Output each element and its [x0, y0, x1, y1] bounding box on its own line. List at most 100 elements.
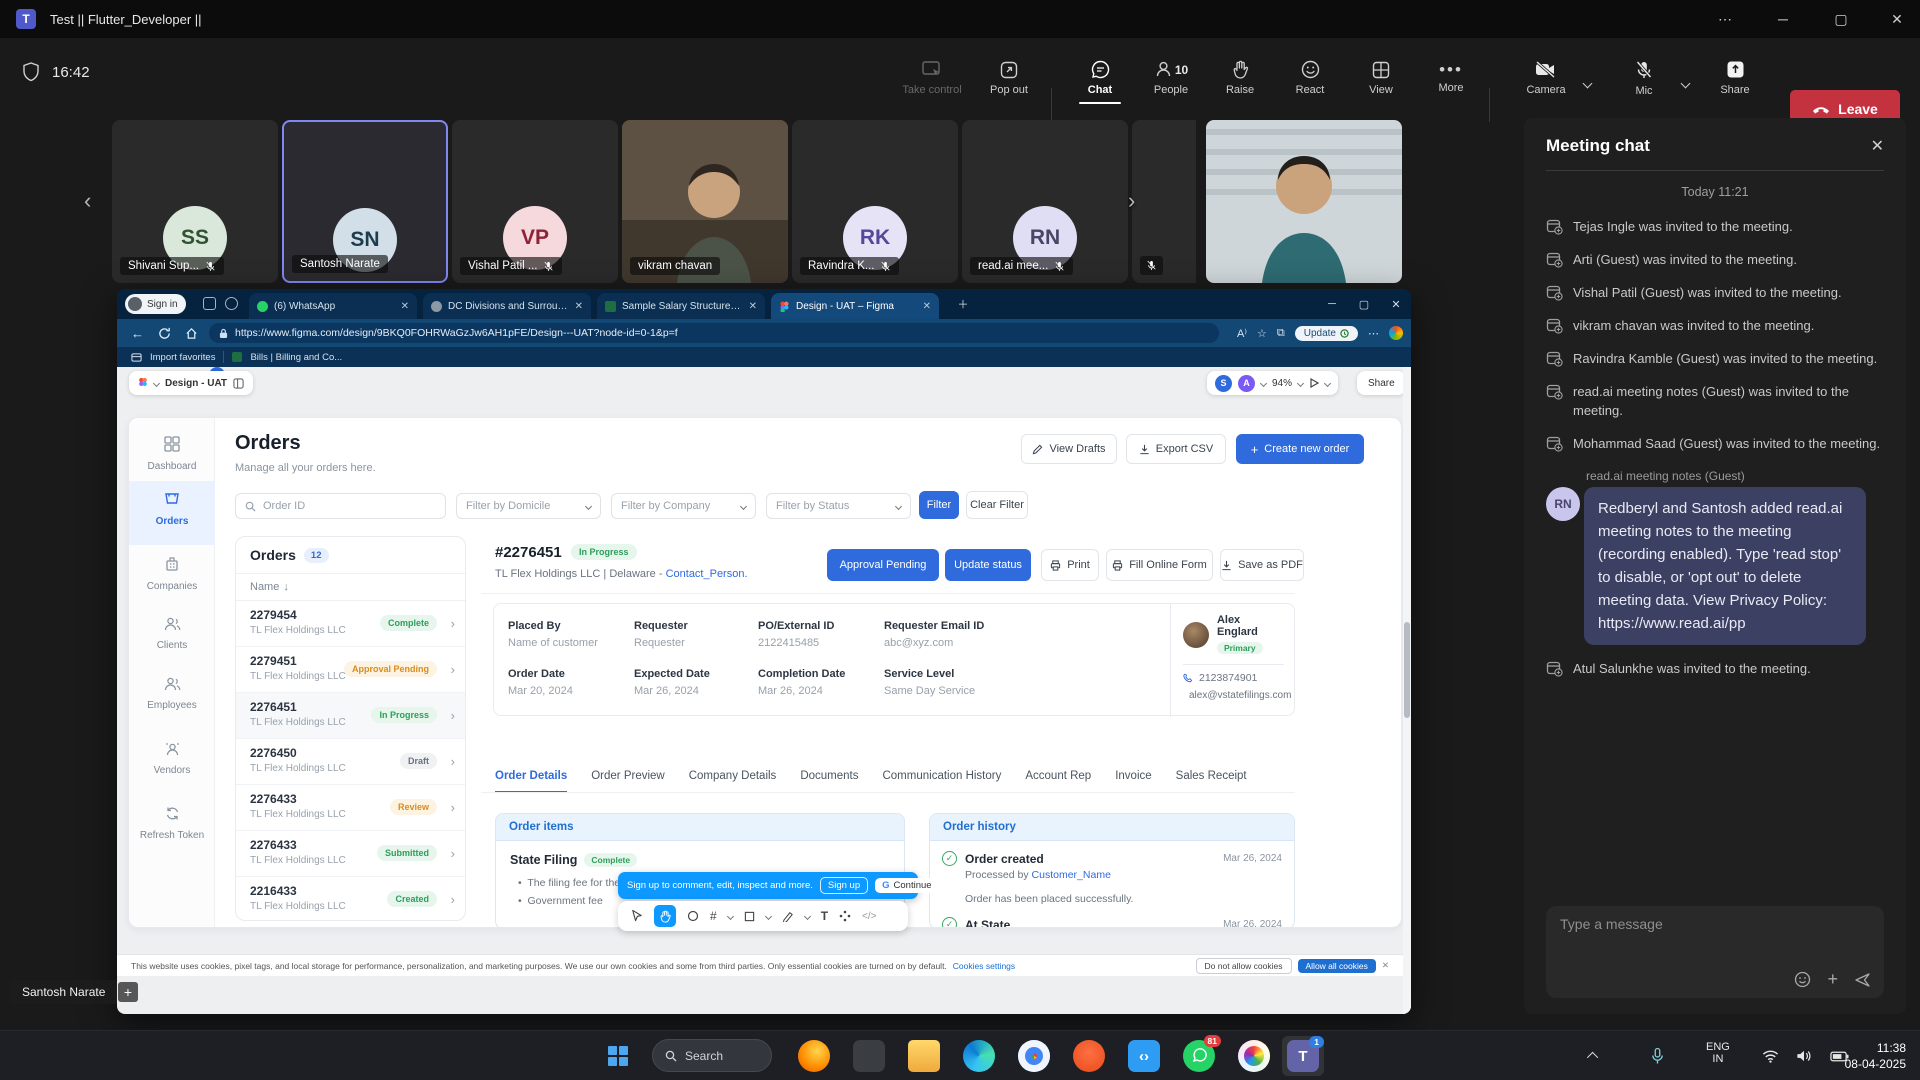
update-status-button[interactable]: Update status — [945, 549, 1031, 581]
address-bar[interactable]: https://www.figma.com/design/9BKQ0FOHRWa… — [209, 323, 1219, 343]
app-icon[interactable] — [853, 1040, 885, 1072]
component-tool-icon[interactable] — [839, 910, 851, 922]
camera-options-chevron[interactable] — [1584, 74, 1591, 92]
figma-share-button[interactable]: Share — [1357, 371, 1406, 395]
mic-options-chevron[interactable] — [1682, 74, 1689, 92]
react-button[interactable]: React — [1272, 50, 1348, 106]
export-csv-button[interactable]: Export CSV — [1126, 434, 1226, 464]
workspaces-icon[interactable] — [203, 297, 216, 310]
browser-tab[interactable]: Sample Salary Structure with calc ✕ — [597, 293, 765, 319]
order-row[interactable]: 2276450TL Flex Holdings LLC Draft› — [236, 739, 465, 785]
tab-invoice[interactable]: Invoice — [1115, 770, 1151, 793]
fill-online-form-button[interactable]: Fill Online Form — [1106, 549, 1213, 581]
collaborators-chevron[interactable] — [1260, 379, 1267, 386]
participant-tile[interactable]: VP Vishal Patil ... — [452, 120, 618, 283]
presenter-add-icon[interactable]: + — [118, 982, 138, 1002]
bookmark-item[interactable]: Bills | Billing and Co... — [250, 352, 342, 363]
taskbar-search[interactable]: Search — [652, 1039, 772, 1072]
name-column-header[interactable]: Name — [250, 581, 279, 593]
strip-scroll-right-icon[interactable]: › — [1128, 188, 1135, 214]
send-icon[interactable] — [1854, 971, 1872, 989]
bookmark-item[interactable]: Import favorites — [150, 352, 215, 363]
frame-tool-icon[interactable]: # — [710, 909, 717, 923]
text-tool-icon[interactable]: T — [821, 909, 828, 923]
pop-out-button[interactable]: Pop out — [971, 50, 1047, 106]
tray-chevron-up-icon[interactable] — [1590, 1031, 1598, 1080]
collections-icon[interactable]: ⧉ — [1277, 327, 1285, 340]
browser-close-icon[interactable]: ✕ — [1381, 289, 1411, 319]
cookie-settings-link[interactable]: Cookies settings — [953, 961, 1015, 971]
start-button[interactable] — [608, 1046, 628, 1066]
sidebar-item-orders[interactable]: Orders — [129, 491, 215, 527]
tray-volume-icon[interactable] — [1796, 1031, 1812, 1080]
refresh-icon[interactable] — [158, 327, 171, 340]
company-filter-select[interactable]: Filter by Company — [611, 493, 756, 519]
window-minimize-icon[interactable]: ─ — [1760, 0, 1806, 38]
customer-name-link[interactable]: Customer_Name — [1032, 869, 1111, 881]
chat-button[interactable]: Chat — [1062, 50, 1138, 106]
favorite-star-icon[interactable]: ☆ — [1257, 327, 1267, 340]
browser-tab[interactable]: DC Divisions and Surroundings ✕ — [423, 293, 591, 319]
browser-tab[interactable]: (6) WhatsApp ✕ — [249, 293, 417, 319]
tray-language[interactable]: ENG IN — [1706, 1031, 1730, 1080]
vscode-icon[interactable]: ‹› — [1128, 1040, 1160, 1072]
sort-down-icon[interactable]: ↓ — [283, 581, 289, 593]
camera-button[interactable]: Camera — [1508, 50, 1584, 106]
tab-close-icon[interactable]: ✕ — [401, 301, 409, 312]
tab-sales-receipt[interactable]: Sales Receipt — [1176, 770, 1247, 793]
taskbar-clock[interactable]: 11:38 08-04-2025 — [1845, 1040, 1906, 1072]
cookie-close-icon[interactable]: ✕ — [1382, 960, 1389, 971]
contact-person-link[interactable]: Contact_Person. — [666, 568, 748, 580]
tab-close-icon[interactable]: ✕ — [575, 301, 583, 312]
domicile-filter-select[interactable]: Filter by Domicile — [456, 493, 601, 519]
tab-communication-history[interactable]: Communication History — [882, 770, 1001, 793]
participant-tile-speaking[interactable]: SN Santosh Narate — [282, 120, 448, 283]
raise-hand-button[interactable]: Raise — [1202, 50, 1278, 106]
window-close-icon[interactable]: ✕ — [1874, 0, 1920, 38]
sidebar-item-vendors[interactable]: Vendors — [129, 741, 215, 776]
window-more-icon[interactable]: ⋯ — [1702, 0, 1748, 38]
hand-tool-icon[interactable] — [654, 905, 676, 927]
more-button[interactable]: ••• More — [1413, 50, 1489, 106]
allow-cookies-button[interactable]: Allow all cookies — [1298, 959, 1376, 973]
zoom-level[interactable]: 94% — [1272, 378, 1292, 389]
filter-apply-button[interactable]: Filter — [919, 491, 959, 519]
chat-input-box[interactable]: + — [1546, 906, 1884, 998]
home-icon[interactable] — [185, 327, 198, 340]
order-row[interactable]: 2276433TL Flex Holdings LLC Submitted› — [236, 831, 465, 877]
browser-tab-active[interactable]: Design - UAT – Figma ✕ — [771, 293, 939, 319]
window-maximize-icon[interactable]: ▢ — [1818, 0, 1864, 38]
chrome-icon[interactable] — [1018, 1040, 1050, 1072]
tray-wifi-icon[interactable] — [1762, 1031, 1779, 1080]
view-button[interactable]: View — [1343, 50, 1419, 106]
order-row[interactable]: 2216433TL Flex Holdings LLC Created› — [236, 877, 465, 921]
collaborator-avatar[interactable]: A — [1238, 375, 1255, 392]
message-input[interactable] — [1560, 916, 1810, 932]
save-as-pdf-button[interactable]: Save as PDF — [1220, 549, 1304, 581]
view-drafts-button[interactable]: View Drafts — [1021, 434, 1117, 464]
browser-signin-button[interactable]: Sign in — [125, 294, 186, 314]
read-aloud-icon[interactable]: A⁾ — [1237, 327, 1247, 340]
tab-close-icon[interactable]: ✕ — [749, 301, 757, 312]
back-icon[interactable]: ← — [131, 326, 144, 341]
browser-update-button[interactable]: Update — [1295, 326, 1358, 341]
play-chevron[interactable] — [1324, 379, 1331, 386]
tray-mic-icon[interactable] — [1650, 1031, 1665, 1080]
pen-tool-icon[interactable] — [782, 910, 794, 922]
tab-search-icon[interactable] — [225, 297, 238, 310]
tab-account-rep[interactable]: Account Rep — [1025, 770, 1091, 793]
firefox-icon[interactable] — [798, 1040, 830, 1072]
participant-tile-video[interactable]: vikram chavan — [622, 120, 788, 283]
people-button[interactable]: 10 People — [1133, 50, 1209, 106]
sidebar-item-clients[interactable]: Clients — [129, 616, 215, 651]
order-row[interactable]: 2276433TL Flex Holdings LLC Review› — [236, 785, 465, 831]
clear-filter-button[interactable]: Clear Filter — [966, 491, 1028, 519]
dev-mode-icon[interactable]: </> — [862, 911, 876, 922]
tab-order-preview[interactable]: Order Preview — [591, 770, 665, 793]
order-row[interactable]: 2279454TL Flex Holdings LLC Complete› — [236, 601, 465, 647]
shape-tool-icon[interactable] — [687, 910, 699, 922]
deny-cookies-button[interactable]: Do not allow cookies — [1196, 958, 1292, 974]
self-video-tile[interactable] — [1206, 120, 1402, 283]
attach-plus-icon[interactable]: + — [1827, 969, 1838, 990]
copilot-icon[interactable] — [1389, 326, 1403, 340]
